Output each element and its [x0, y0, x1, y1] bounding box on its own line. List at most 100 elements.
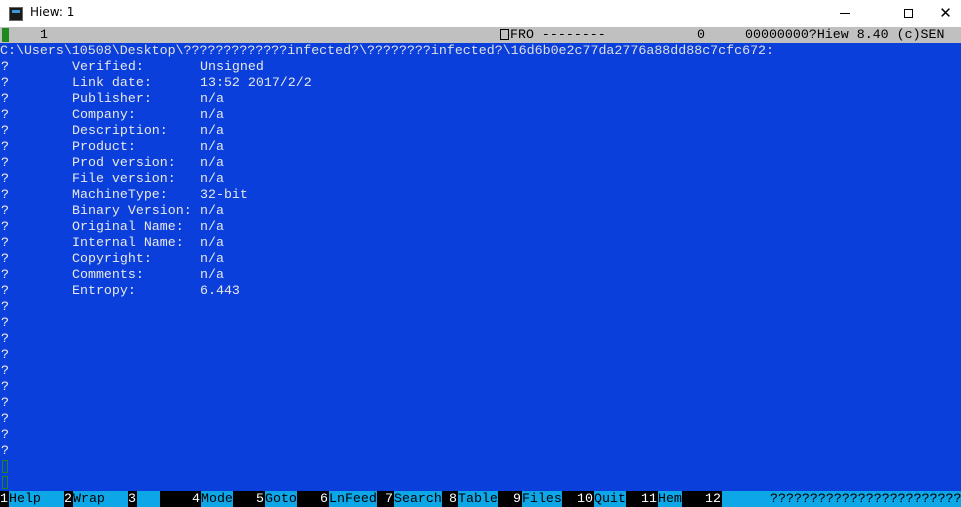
minimize-button[interactable]	[822, 0, 868, 27]
info-row: Link date: 13:52 2017/2/2	[72, 75, 672, 91]
gutter-marker	[0, 411, 10, 427]
gutter-marker	[0, 475, 10, 491]
fkey-10-quit[interactable]: 10 Quit	[577, 491, 626, 507]
fkey-label: Files	[521, 491, 562, 507]
gutter-marker	[0, 331, 10, 347]
gutter-marker	[0, 395, 10, 411]
maximize-button[interactable]	[885, 0, 931, 27]
fkey-11-hem[interactable]: 11 Hem	[641, 491, 682, 507]
info-row: Entropy: 6.443	[72, 283, 672, 299]
fkey-3[interactable]: 3	[128, 491, 160, 507]
info-value: n/a	[200, 171, 224, 186]
fkey-12[interactable]: 12	[705, 491, 770, 507]
info-label: Company:	[72, 107, 136, 122]
fkey-4-mode[interactable]: 4 Mode	[192, 491, 233, 507]
info-label: File version:	[72, 171, 176, 186]
gutter-marker	[0, 139, 10, 155]
gutter-marker	[0, 379, 10, 395]
info-row: Internal Name: n/a	[72, 235, 672, 251]
info-row: Copyright: n/a	[72, 251, 672, 267]
info-value: 6.443	[200, 283, 240, 298]
fkey-label: Mode	[200, 491, 233, 507]
minimize-icon	[840, 13, 850, 14]
fkey-label: Search	[393, 491, 442, 507]
file-path: C:\Users\10508\Desktop\?????????????infe…	[0, 43, 775, 58]
info-value: n/a	[200, 155, 224, 170]
gutter-marker	[0, 187, 10, 203]
file-info-list: Verified: Unsigned Link date: 13:52 2017/2/…	[72, 59, 672, 299]
status-line-number: 1	[40, 27, 48, 42]
fkey-label: Hem	[657, 491, 682, 507]
fkey-number: 8	[449, 491, 458, 507]
fkey-5-goto[interactable]: 5 Goto	[256, 491, 297, 507]
fkey-number: 9	[513, 491, 522, 507]
left-gutter	[0, 59, 10, 491]
info-label: Link date:	[72, 75, 152, 90]
close-icon: ✕	[939, 4, 952, 22]
fkey-label: Quit	[593, 491, 626, 507]
close-button[interactable]: ✕	[930, 0, 961, 27]
info-row: Prod version: n/a	[72, 155, 672, 171]
info-value: Unsigned	[200, 59, 264, 74]
fkey-label	[136, 491, 160, 507]
fkey-8-table[interactable]: 8 Table	[449, 491, 498, 507]
gutter-marker	[0, 251, 10, 267]
status-column: 0	[697, 27, 705, 42]
info-label: Entropy:	[72, 283, 136, 298]
gutter-marker	[0, 427, 10, 443]
info-value: n/a	[200, 203, 224, 218]
fkey-1-help[interactable]: 1 Help	[0, 491, 64, 507]
fkey-number: 6	[320, 491, 329, 507]
fkey-number: 1	[0, 491, 9, 507]
info-row: Original Name: n/a	[72, 219, 672, 235]
fkey-number: 3	[128, 491, 137, 507]
window-title: Hiew: 1	[30, 5, 75, 19]
info-row: Binary Version: n/a	[72, 203, 672, 219]
info-label: Binary Version:	[72, 203, 192, 218]
fkey-9-files[interactable]: 9 Files	[513, 491, 562, 507]
info-value: 32-bit	[200, 187, 248, 202]
gutter-marker	[0, 459, 10, 475]
info-label: Description:	[72, 123, 168, 138]
gutter-marker	[0, 363, 10, 379]
fkey-number: 4	[192, 491, 201, 507]
cursor-block-icon	[2, 28, 9, 42]
fkey-number: 11	[641, 491, 658, 507]
gutter-marker	[0, 283, 10, 299]
info-label: Original Name:	[72, 219, 184, 234]
fkey-label: Goto	[264, 491, 297, 507]
fkey-7-search[interactable]: 7 Search	[385, 491, 442, 507]
fkey-label: Table	[457, 491, 498, 507]
maximize-icon	[903, 9, 913, 18]
info-label: Verified:	[72, 59, 144, 74]
fkey-2-wrap[interactable]: 2 Wrap	[64, 491, 128, 507]
fkey-6-lnfeed[interactable]: 6 LnFeed	[320, 491, 377, 507]
fkey-label: Wrap	[72, 491, 128, 507]
keybar-extra-text: ????????????????????????	[770, 491, 961, 507]
fkey-number: 12	[705, 491, 722, 507]
gutter-marker	[0, 299, 10, 315]
info-row: Company: n/a	[72, 107, 672, 123]
info-value: n/a	[200, 267, 224, 282]
fkey-label: Help	[8, 491, 64, 507]
info-label: Prod version:	[72, 155, 176, 170]
info-row: File version: n/a	[72, 171, 672, 187]
gutter-marker	[0, 171, 10, 187]
info-label: Publisher:	[72, 91, 152, 106]
function-key-bar: 12 11 Hem 10 Quit 9 Files 8 Table 7 Search 6 LnFeed 5…	[0, 491, 961, 507]
gutter-marker	[0, 59, 10, 75]
fkey-number: 5	[256, 491, 265, 507]
console-area[interactable]: 1 FRO -------- 0 00000000?Hiew 8.40 (c)S…	[0, 27, 961, 507]
info-label: Internal Name:	[72, 235, 184, 250]
gutter-marker	[0, 123, 10, 139]
info-value: 13:52 2017/2/2	[200, 75, 312, 90]
info-row: Comments: n/a	[72, 267, 672, 283]
gutter-marker	[0, 267, 10, 283]
fkey-number: 7	[385, 491, 394, 507]
info-row: MachineType: 32-bit	[72, 187, 672, 203]
gutter-marker	[0, 91, 10, 107]
info-row: Product: n/a	[72, 139, 672, 155]
window-titlebar[interactable]: Hiew: 1 ✕	[0, 0, 961, 27]
info-value: n/a	[200, 219, 224, 234]
gutter-marker	[0, 107, 10, 123]
